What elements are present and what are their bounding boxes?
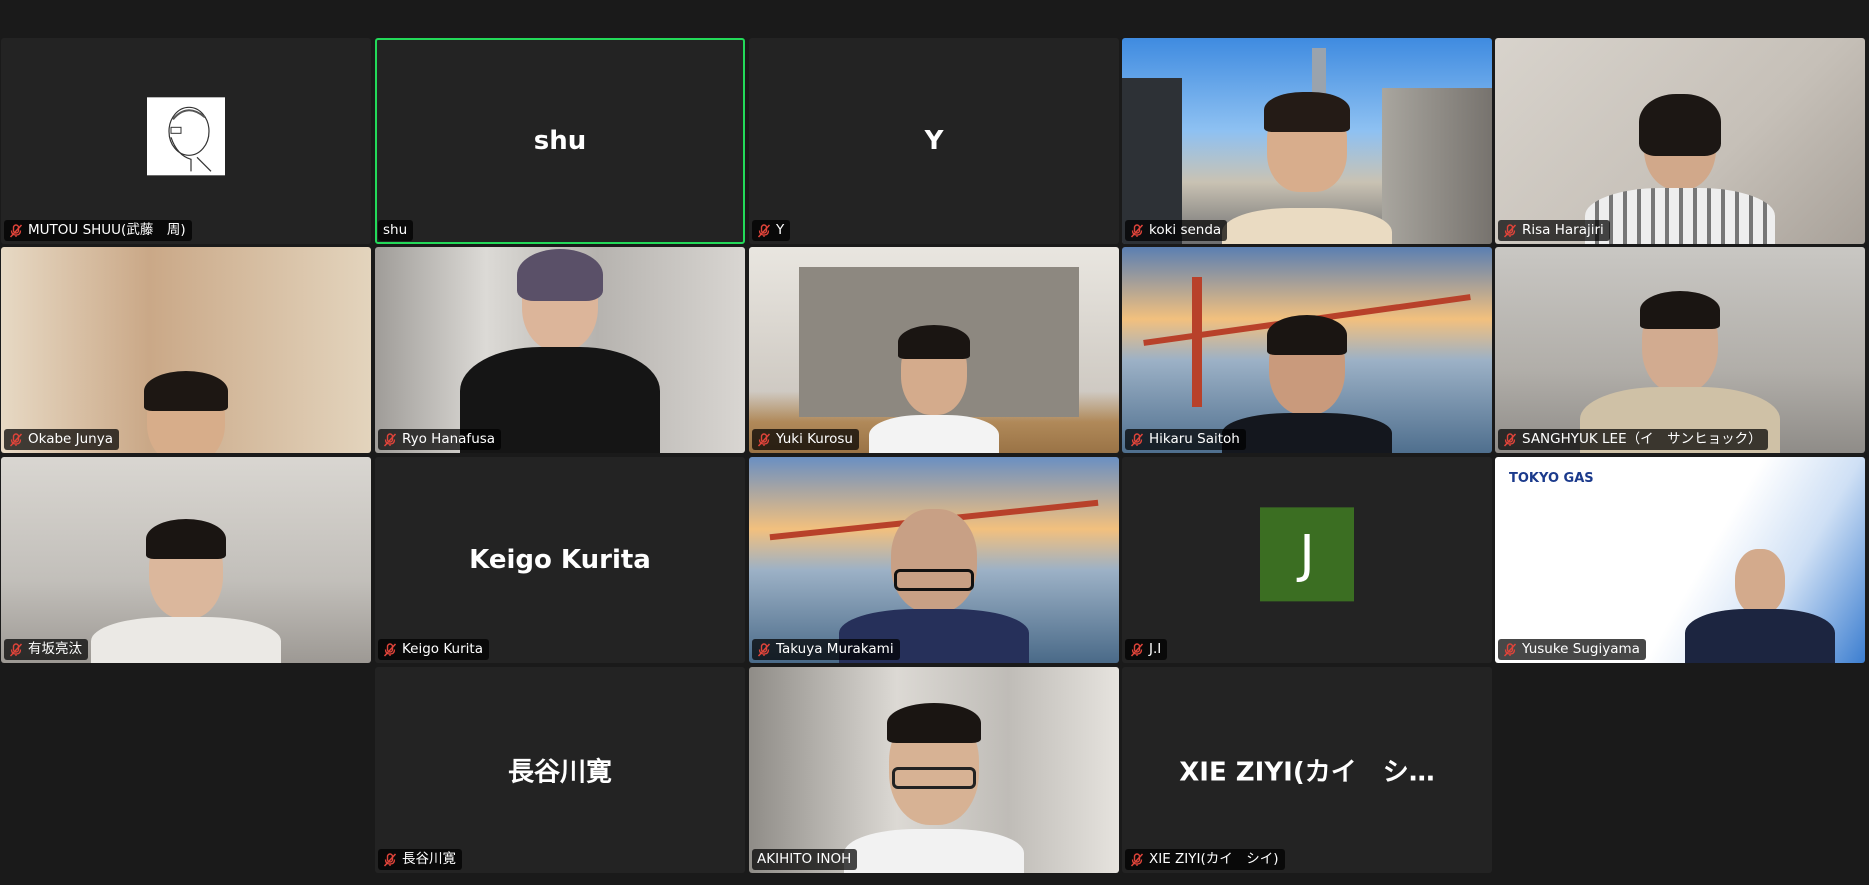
participant-name-label: AKIHITO INOH	[752, 849, 858, 870]
participant-video-glasses	[892, 767, 976, 789]
participant-name-label: Okabe Junya	[4, 429, 120, 450]
participant-video-shirt	[1222, 413, 1392, 453]
participant-tile[interactable]: J J.I	[1122, 457, 1492, 663]
participant-video-shirt	[844, 829, 1024, 873]
mic-muted-icon	[1130, 853, 1144, 867]
participant-video-shirt	[1585, 188, 1775, 244]
participant-video-shirt	[869, 415, 999, 453]
participant-video-glasses	[894, 569, 974, 591]
participant-video-hair	[517, 249, 603, 301]
participant-video-tile[interactable]: 有坂亮汰	[1, 457, 371, 663]
participant-display-name: shu	[533, 126, 587, 156]
participant-name-label: MUTOU SHUU(武藤 周)	[4, 220, 192, 241]
participant-tile[interactable]: MUTOU SHUU(武藤 周)	[1, 38, 371, 244]
mic-muted-icon	[383, 853, 397, 867]
participant-avatar: J	[1260, 507, 1354, 602]
participant-name-label: shu	[378, 220, 414, 241]
participant-video-tile[interactable]: AKIHITO INOH	[749, 667, 1119, 873]
participant-name-label: Y	[752, 220, 791, 241]
participant-video-hair	[146, 519, 226, 559]
participant-video-tile[interactable]: Takuya Murakami	[749, 457, 1119, 663]
participant-name-label: J.I	[1125, 639, 1168, 660]
participant-name-label: XIE ZIYI(カイ シイ)	[1125, 849, 1285, 870]
participant-name-label: 有坂亮汰	[4, 639, 88, 660]
profile-sketch-image	[147, 97, 225, 176]
participant-video-person	[1735, 549, 1785, 615]
participant-tile[interactable]: Y Y	[749, 38, 1119, 244]
mic-muted-icon	[1130, 643, 1144, 657]
participant-video-tile[interactable]: koki senda	[1122, 38, 1492, 244]
participant-name-label: Yusuke Sugiyama	[1498, 639, 1646, 660]
participant-name-label: koki senda	[1125, 220, 1228, 241]
virtual-background-bridge	[1192, 277, 1202, 407]
participant-video-hair	[1264, 92, 1350, 132]
participant-tile[interactable]: 長谷川寛 長谷川寛	[375, 667, 745, 873]
participant-video-shirt	[91, 617, 281, 663]
participant-video-tile[interactable]: Okabe Junya	[1, 247, 371, 453]
participant-video-hair	[1267, 315, 1347, 355]
participant-tile[interactable]: XIE ZIYI(カイ シ… XIE ZIYI(カイ シイ)	[1122, 667, 1492, 873]
participant-name-label: SANGHYUK LEE（イ サンヒョック）	[1498, 429, 1768, 450]
mic-muted-icon	[1503, 433, 1517, 447]
mic-muted-icon	[757, 433, 771, 447]
participant-video-tile[interactable]: TOKYO GAS Yusuke Sugiyama	[1495, 457, 1865, 663]
mic-muted-icon	[1503, 643, 1517, 657]
participant-display-name: 長谷川寛	[507, 757, 612, 788]
mic-muted-icon	[1503, 224, 1517, 238]
participant-name-label: Takuya Murakami	[752, 639, 900, 660]
mic-muted-icon	[9, 643, 23, 657]
participant-name-label: Ryo Hanafusa	[378, 429, 502, 450]
participant-video-tile[interactable]: SANGHYUK LEE（イ サンヒョック）	[1495, 247, 1865, 453]
participant-video-hair	[144, 371, 228, 411]
participant-display-name: XIE ZIYI(カイ シ…	[1179, 757, 1435, 788]
participant-name-label: Yuki Kurosu	[752, 429, 859, 450]
participant-video-tile[interactable]: Yuki Kurosu	[749, 247, 1119, 453]
mic-muted-icon	[757, 224, 771, 238]
video-background-buildings	[1382, 88, 1492, 244]
participant-video-shirt	[1222, 208, 1392, 244]
participant-tile[interactable]: Keigo Kurita Keigo Kurita	[375, 457, 745, 663]
participant-tile-active-speaker[interactable]: shu shu	[375, 38, 745, 244]
participant-video-tile[interactable]: Risa Harajiri	[1495, 38, 1865, 244]
participant-name-label: Risa Harajiri	[1498, 220, 1610, 241]
participant-video-hair	[1639, 94, 1721, 156]
participant-video-hair	[1640, 291, 1720, 329]
participant-video-hair	[887, 703, 981, 743]
participant-video-tile[interactable]: Hikaru Saitoh	[1122, 247, 1492, 453]
participant-display-name: Y	[924, 126, 944, 156]
participant-name-label: 長谷川寛	[378, 849, 462, 870]
participant-video-person	[891, 509, 977, 613]
company-logo: TOKYO GAS	[1509, 471, 1594, 486]
participant-video-hair	[898, 325, 970, 359]
participant-name-label: Hikaru Saitoh	[1125, 429, 1246, 450]
mic-muted-icon	[757, 643, 771, 657]
participant-video-tile[interactable]: Ryo Hanafusa	[375, 247, 745, 453]
mic-muted-icon	[1130, 433, 1144, 447]
participant-name-label: Keigo Kurita	[378, 639, 489, 660]
mic-muted-icon	[383, 643, 397, 657]
participant-video-shirt	[1685, 609, 1835, 663]
mic-muted-icon	[1130, 224, 1144, 238]
mic-muted-icon	[383, 433, 397, 447]
participant-display-name: Keigo Kurita	[469, 545, 651, 575]
mic-muted-icon	[9, 224, 23, 238]
mic-muted-icon	[9, 433, 23, 447]
